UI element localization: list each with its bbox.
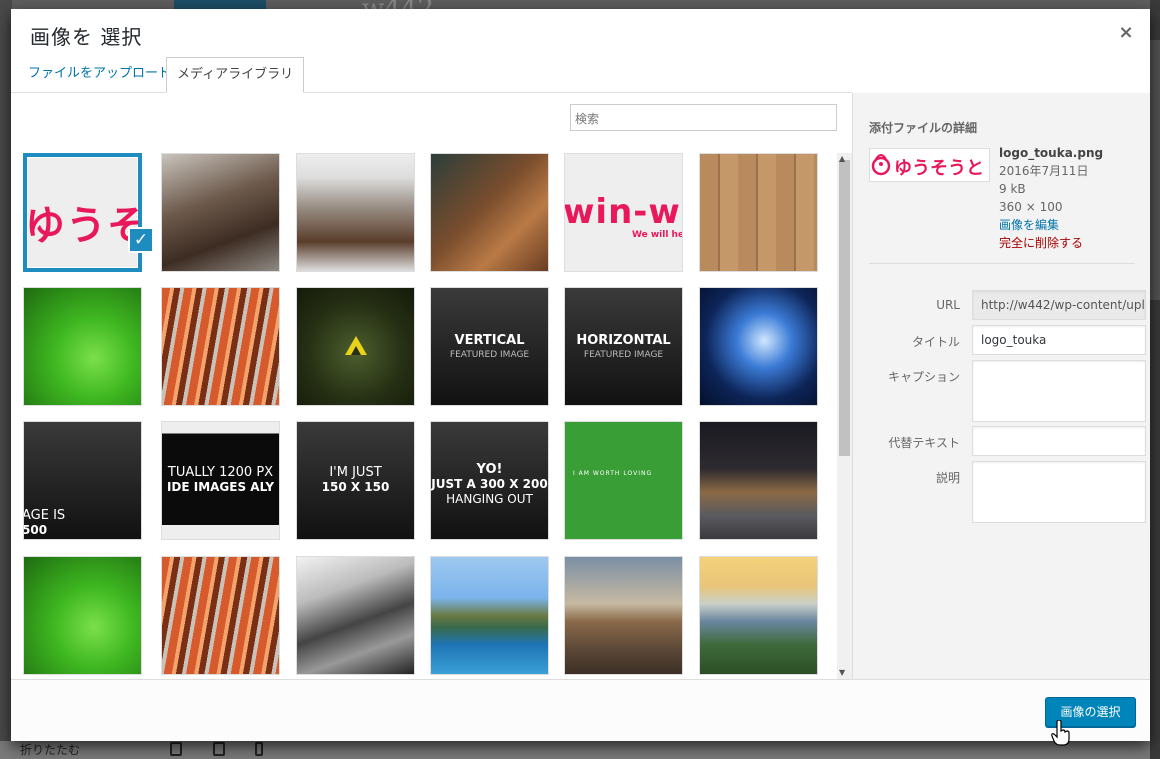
caption-label: キャプション bbox=[887, 370, 960, 384]
tile-subheading: 150 X 150 bbox=[321, 480, 390, 494]
modal-title: 画像を 選択 bbox=[30, 25, 143, 49]
page-scrollbar-thumb bbox=[1150, 40, 1160, 300]
tile-caption: I AM WORTH LOVING bbox=[573, 470, 653, 477]
attachment-tile[interactable] bbox=[699, 153, 818, 272]
attachment-tile[interactable] bbox=[23, 287, 142, 406]
tile-logo-text: win-wi bbox=[564, 192, 683, 232]
edit-image-link[interactable]: 画像を編集 bbox=[999, 216, 1103, 234]
attachment-info: logo_touka.png 2016年7月11日 9 kB 360 × 100… bbox=[999, 144, 1103, 252]
media-library-content: ゆうそう win-wiWe will hel VERTICAL FEATURED IM… bbox=[11, 93, 852, 679]
attachment-filename: logo_touka.png bbox=[999, 146, 1104, 160]
attachment-tile[interactable] bbox=[161, 287, 280, 406]
tile-heading: AGE IS bbox=[23, 508, 66, 523]
delete-permanently-link[interactable]: 完全に削除する bbox=[999, 234, 1103, 252]
attachment-tile[interactable] bbox=[430, 153, 549, 272]
tile-subheading: FEATURED IMAGE bbox=[449, 350, 530, 360]
tablet-preview-icon bbox=[213, 742, 225, 756]
selected-check-icon[interactable]: ✓ bbox=[128, 227, 154, 253]
description-label: 説明 bbox=[935, 471, 960, 485]
attachment-tile[interactable] bbox=[296, 153, 415, 272]
tile-heading: YO! bbox=[476, 462, 503, 477]
tab-media-library[interactable]: メディアライブラリ bbox=[166, 57, 305, 93]
attachment-details-heading: 添付ファイルの詳細 bbox=[869, 121, 978, 135]
tile-subheading: IDE IMAGES ALY bbox=[166, 480, 275, 494]
hand-cursor-icon bbox=[1051, 720, 1070, 746]
attachment-filesize: 9 kB bbox=[999, 182, 1026, 196]
attachment-tile[interactable] bbox=[430, 556, 549, 675]
attachment-tile[interactable]: YO! JUST A 300 X 200 HANGING OUT bbox=[430, 421, 549, 540]
description-field[interactable] bbox=[972, 461, 1146, 523]
attachment-tile[interactable] bbox=[699, 287, 818, 406]
tile-logo-sub: We will hel bbox=[632, 230, 683, 240]
attachment-tile[interactable]: I AM WORTH LOVING bbox=[564, 421, 683, 540]
scroll-down-icon[interactable]: ▼ bbox=[839, 668, 845, 677]
grid-scrollbar-thumb[interactable] bbox=[839, 160, 850, 456]
sidebar-divider bbox=[869, 263, 1135, 264]
media-tabs: ファイルをアップロード メディアライブラリ bbox=[11, 57, 852, 93]
attachment-tile[interactable]: HORIZONTAL FEATURED IMAGE bbox=[564, 287, 683, 406]
attachment-thumbnail: ゆうそうと bbox=[869, 148, 990, 182]
tile-heading: TUALLY 1200 PX bbox=[167, 465, 274, 480]
caption-field[interactable] bbox=[972, 360, 1146, 422]
attachment-details-sidebar: 添付ファイルの詳細 ゆうそうと logo_touka.png 2016年7月11… bbox=[852, 93, 1150, 679]
media-modal: 画像を 選択 × ファイルをアップロード メディアライブラリ ゆうそう win-w… bbox=[11, 9, 1150, 741]
attachment-tile[interactable] bbox=[296, 287, 415, 406]
attachment-tile[interactable]: VERTICAL FEATURED IMAGE bbox=[430, 287, 549, 406]
attachment-tile[interactable] bbox=[564, 556, 683, 675]
attachment-tile[interactable] bbox=[23, 556, 142, 675]
attachment-dimensions: 360 × 100 bbox=[999, 200, 1063, 214]
modal-toolbar: 画像の選択 bbox=[11, 679, 1150, 741]
title-label: タイトル bbox=[911, 335, 960, 349]
tile-logo-text: ゆうそう bbox=[25, 203, 138, 249]
tile-subheading: FEATURED IMAGE bbox=[583, 350, 664, 360]
tab-upload-files[interactable]: ファイルをアップロード bbox=[18, 57, 181, 93]
url-label: URL bbox=[936, 298, 960, 312]
tile-heading: HORIZONTAL bbox=[576, 333, 671, 348]
attachment-tile[interactable]: ゆうそう bbox=[23, 153, 142, 272]
search-input[interactable]: 検索 bbox=[570, 104, 837, 131]
tile-subheading: JUST A 300 X 200 bbox=[431, 477, 548, 491]
attachment-tile[interactable] bbox=[699, 556, 818, 675]
attachment-tile[interactable]: win-wi We will hel bbox=[564, 153, 683, 272]
title-field[interactable]: logo_touka bbox=[972, 325, 1146, 355]
desktop-preview-icon bbox=[170, 742, 182, 756]
attachments-grid: ゆうそう win-wiWe will hel VERTICAL FEATURED IM… bbox=[11, 93, 837, 679]
attachment-tile[interactable]: I'M JUST 150 X 150 bbox=[296, 421, 415, 540]
thumbnail-logo-text: ゆうそうと bbox=[894, 158, 984, 179]
attachment-tile[interactable] bbox=[296, 556, 415, 675]
attachment-tile[interactable] bbox=[161, 153, 280, 272]
attachment-date: 2016年7月11日 bbox=[999, 164, 1089, 178]
attachment-tile[interactable]: TUALLY 1200 PX IDE IMAGES ALY bbox=[161, 421, 280, 540]
tile-subheading: 500 bbox=[23, 523, 48, 537]
tile-heading: I'M JUST bbox=[329, 465, 382, 480]
attachment-tile[interactable] bbox=[699, 421, 818, 540]
alt-text-field[interactable] bbox=[972, 426, 1146, 456]
scroll-up-icon[interactable]: ▲ bbox=[839, 154, 845, 163]
attachment-tile[interactable]: AGE IS 500 bbox=[23, 421, 142, 540]
url-field[interactable]: http://w442/wp-content/upl bbox=[972, 290, 1146, 320]
mobile-preview-icon bbox=[255, 742, 263, 756]
collapse-menu-label: 折りたたむ bbox=[20, 743, 81, 757]
tile-subheading-2: HANGING OUT bbox=[446, 492, 533, 506]
close-icon[interactable]: × bbox=[1116, 23, 1136, 43]
attachment-tile[interactable] bbox=[161, 556, 280, 675]
tile-heading: VERTICAL bbox=[454, 333, 525, 348]
alt-text-label: 代替テキスト bbox=[888, 436, 960, 450]
